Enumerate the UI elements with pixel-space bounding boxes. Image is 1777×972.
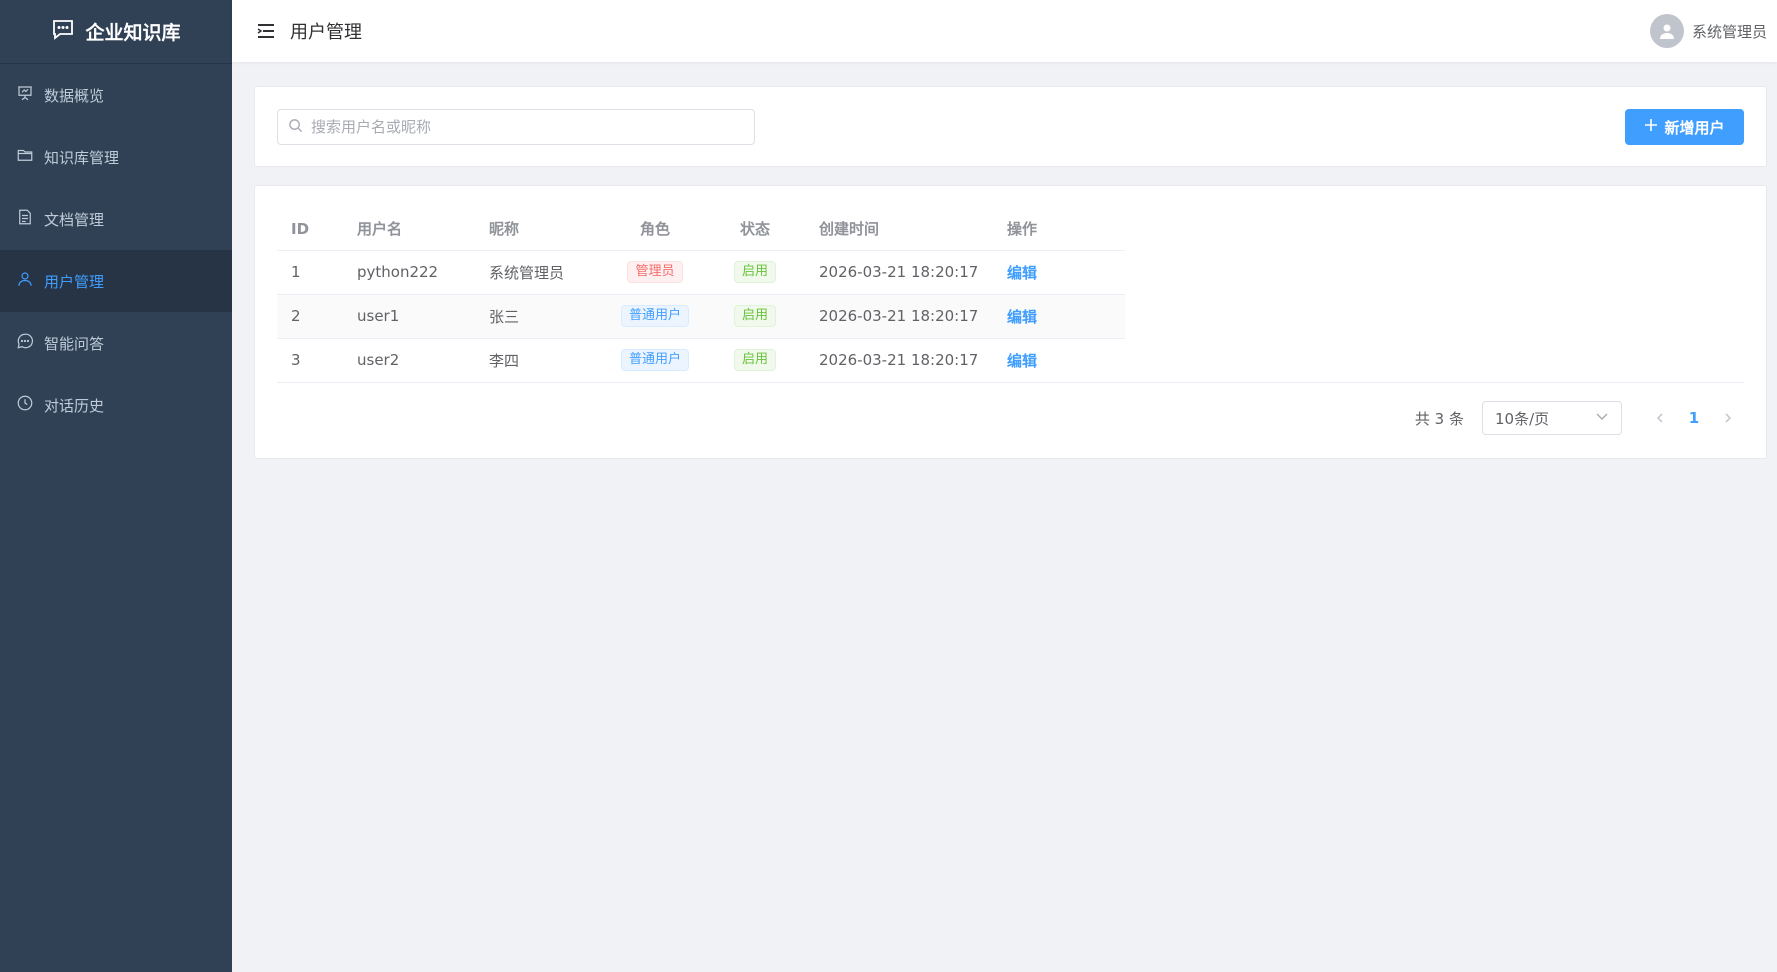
sidebar-item-label: 用户管理 bbox=[44, 272, 105, 291]
avatar[interactable] bbox=[1649, 14, 1684, 48]
role-badge: 普通用户 bbox=[620, 349, 689, 371]
column-header-id: ID bbox=[277, 208, 343, 251]
sidebar-menu: 数据概览 知识库管理 文档管理 用户管理 智能问答 对话历史 bbox=[0, 64, 232, 436]
cell-status: 启用 bbox=[705, 338, 805, 383]
brand-title: 企业知识库 bbox=[85, 22, 181, 44]
cell-status: 启用 bbox=[705, 250, 805, 295]
cell-id: 3 bbox=[277, 338, 343, 383]
user-table: ID 用户名 昵称 角色 状态 创建时间 操作 1 python222 系统管理… bbox=[277, 208, 1125, 383]
sidebar-item-qa[interactable]: 智能问答 bbox=[0, 312, 232, 374]
next-page-button[interactable] bbox=[1712, 402, 1744, 434]
pagination: 共 3 条 10条/页 1 bbox=[1415, 401, 1744, 435]
add-user-button[interactable]: 新增用户 bbox=[1625, 109, 1744, 145]
cell-status: 启用 bbox=[705, 294, 805, 339]
cell-actions: 编辑 bbox=[993, 338, 1125, 383]
search-field[interactable] bbox=[277, 109, 755, 145]
edit-link[interactable]: 编辑 bbox=[1007, 352, 1037, 370]
cell-id: 1 bbox=[277, 250, 343, 295]
cell-role: 普通用户 bbox=[605, 294, 705, 339]
plus-icon bbox=[1644, 118, 1658, 136]
user-icon bbox=[16, 270, 34, 292]
chat-icon bbox=[16, 332, 34, 354]
page-size-value: 10条/页 bbox=[1495, 409, 1550, 428]
sidebar-item-label: 知识库管理 bbox=[44, 148, 120, 167]
cell-actions: 编辑 bbox=[993, 250, 1125, 295]
cell-nickname: 系统管理员 bbox=[475, 250, 605, 295]
edit-link[interactable]: 编辑 bbox=[1007, 308, 1037, 326]
sidebar: 企业知识库 数据概览 知识库管理 文档管理 用户管理 智能问答 对话历史 bbox=[0, 0, 232, 972]
folder-icon bbox=[16, 146, 34, 168]
column-header-username: 用户名 bbox=[343, 208, 475, 251]
chevron-right-icon bbox=[1725, 413, 1732, 423]
table-row: 2 user1 张三 普通用户 启用 2026-03-21 18:20:17 编… bbox=[277, 294, 1125, 339]
cell-username: user2 bbox=[343, 338, 475, 383]
column-header-role: 角色 bbox=[605, 208, 705, 251]
role-badge: 普通用户 bbox=[620, 305, 689, 327]
table-header-row: ID 用户名 昵称 角色 状态 创建时间 操作 bbox=[277, 208, 1125, 251]
presentation-icon bbox=[16, 84, 34, 106]
clock-icon bbox=[16, 394, 34, 416]
sidebar-item-users[interactable]: 用户管理 bbox=[0, 250, 232, 312]
search-input[interactable] bbox=[311, 118, 744, 136]
menu-toggle-icon[interactable] bbox=[256, 21, 276, 41]
role-badge: 管理员 bbox=[627, 261, 683, 283]
cell-nickname: 张三 bbox=[475, 294, 605, 339]
table-divider bbox=[277, 382, 1744, 383]
user-avatar-icon bbox=[1659, 24, 1674, 39]
page-title: 用户管理 bbox=[290, 22, 362, 43]
pagination-total: 共 3 条 bbox=[1414, 409, 1464, 428]
sidebar-item-label: 对话历史 bbox=[44, 396, 105, 415]
user-menu[interactable]: 系统管理员 bbox=[1649, 14, 1767, 48]
column-header-nickname: 昵称 bbox=[475, 208, 605, 251]
page-size-select[interactable]: 10条/页 bbox=[1482, 401, 1622, 435]
add-user-label: 新增用户 bbox=[1664, 119, 1725, 137]
column-header-status: 状态 bbox=[705, 208, 805, 251]
column-header-created: 创建时间 bbox=[805, 208, 993, 251]
cell-username: user1 bbox=[343, 294, 475, 339]
cell-actions: 编辑 bbox=[993, 294, 1125, 339]
edit-link[interactable]: 编辑 bbox=[1007, 264, 1037, 282]
table-row: 1 python222 系统管理员 管理员 启用 2026-03-21 18:2… bbox=[277, 250, 1125, 295]
document-icon bbox=[16, 208, 34, 230]
cell-id: 2 bbox=[277, 294, 343, 339]
chevron-left-icon bbox=[1656, 413, 1663, 423]
cell-nickname: 李四 bbox=[475, 338, 605, 383]
cell-created: 2026-03-21 18:20:17 bbox=[805, 250, 993, 295]
sidebar-item-label: 智能问答 bbox=[44, 334, 105, 353]
column-header-actions: 操作 bbox=[993, 208, 1125, 251]
table-card: ID 用户名 昵称 角色 状态 创建时间 操作 1 python222 系统管理… bbox=[254, 185, 1767, 459]
prev-page-button[interactable] bbox=[1644, 402, 1676, 434]
sidebar-item-overview[interactable]: 数据概览 bbox=[0, 64, 232, 126]
status-badge: 启用 bbox=[733, 305, 776, 327]
sidebar-item-knowledge-base[interactable]: 知识库管理 bbox=[0, 126, 232, 188]
sidebar-item-label: 文档管理 bbox=[44, 210, 105, 229]
table-row: 3 user2 李四 普通用户 启用 2026-03-21 18:20:17 编… bbox=[277, 338, 1125, 383]
cell-role: 管理员 bbox=[605, 250, 705, 295]
status-badge: 启用 bbox=[733, 349, 776, 371]
top-header: 用户管理 系统管理员 bbox=[232, 0, 1777, 62]
sidebar-item-history[interactable]: 对话历史 bbox=[0, 374, 232, 436]
chat-logo-icon bbox=[51, 17, 75, 46]
cell-username: python222 bbox=[343, 250, 475, 295]
username: 系统管理员 bbox=[1691, 22, 1767, 41]
chevron-down-icon bbox=[1595, 409, 1609, 427]
search-icon bbox=[288, 118, 303, 137]
page-number-current[interactable]: 1 bbox=[1676, 402, 1712, 434]
brand[interactable]: 企业知识库 bbox=[0, 0, 232, 64]
cell-created: 2026-03-21 18:20:17 bbox=[805, 338, 993, 383]
cell-role: 普通用户 bbox=[605, 338, 705, 383]
search-card: 新增用户 bbox=[254, 86, 1767, 167]
cell-created: 2026-03-21 18:20:17 bbox=[805, 294, 993, 339]
sidebar-item-documents[interactable]: 文档管理 bbox=[0, 188, 232, 250]
sidebar-item-label: 数据概览 bbox=[44, 86, 105, 105]
status-badge: 启用 bbox=[733, 261, 776, 283]
